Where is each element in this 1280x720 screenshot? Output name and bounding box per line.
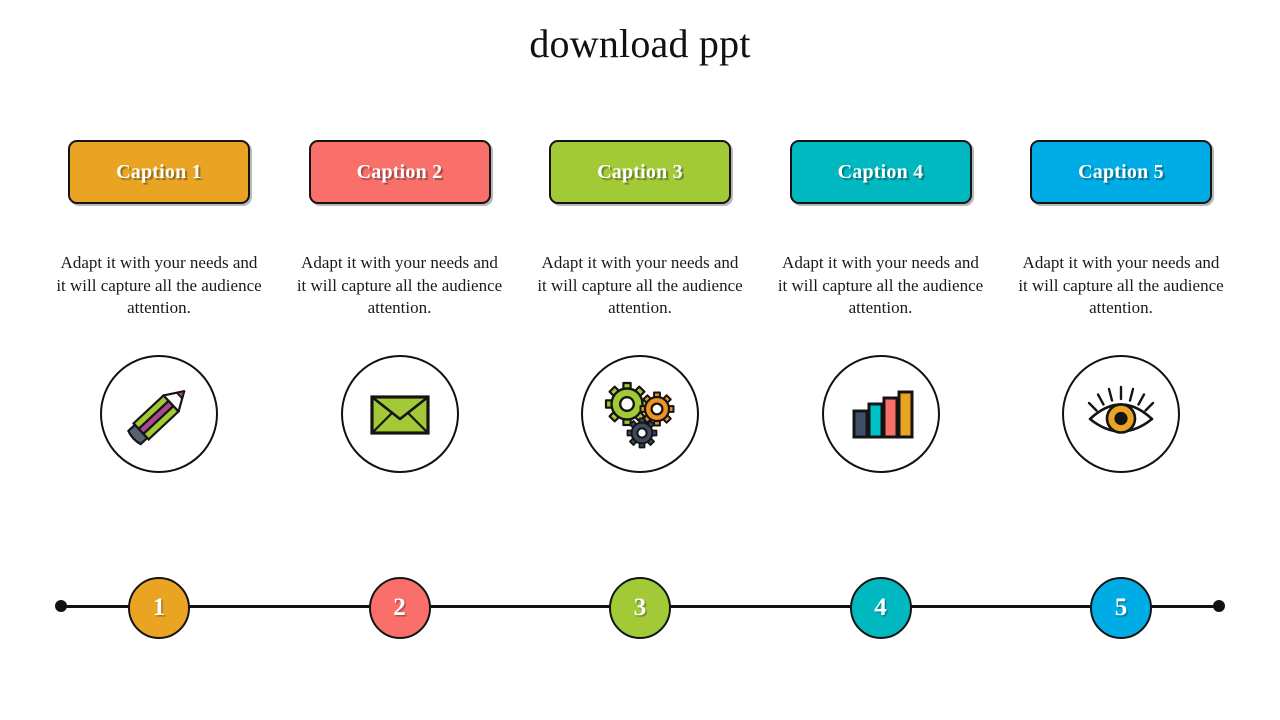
timeline-node-slot-4: 4 (762, 576, 1000, 639)
column-2: Caption 2 Adapt it with your needs and i… (281, 140, 519, 473)
timeline-node-1[interactable]: 1 (128, 576, 190, 639)
pencil-icon (121, 376, 197, 452)
timeline-node-slot-1: 1 (40, 576, 278, 639)
timeline-node-number-2: 2 (393, 593, 406, 621)
timeline-nodes: 1 2 3 4 5 (40, 560, 1240, 655)
column-4: Caption 4 Adapt it with your needs and i… (762, 140, 1000, 473)
icon-circle-5[interactable] (1062, 354, 1180, 473)
timeline-node-5[interactable]: 5 (1090, 576, 1152, 639)
caption-label-4: Caption 4 (837, 160, 924, 183)
caption-box-1[interactable]: Caption 1 (68, 140, 250, 204)
body-text-1: Adapt it with your needs and it will cap… (56, 253, 262, 317)
body-text-3: Adapt it with your needs and it will cap… (537, 253, 743, 317)
body-text-2: Adapt it with your needs and it will cap… (296, 253, 503, 317)
gears-icon (600, 374, 680, 454)
timeline-node-3[interactable]: 3 (609, 576, 671, 639)
column-3: Caption 3 Adapt it with your needs and i… (521, 140, 759, 473)
bar-chart-icon (845, 378, 917, 450)
column-1: Caption 1 Adapt it with your needs and i… (40, 140, 278, 473)
page-title: download ppt (529, 21, 751, 66)
caption-label-2: Caption 2 (356, 160, 443, 183)
timeline-node-2[interactable]: 2 (368, 576, 431, 639)
timeline-node-slot-5: 5 (1002, 576, 1240, 639)
timeline-node-number-1: 1 (152, 593, 166, 621)
timeline-node-number-5: 5 (1114, 593, 1128, 621)
timeline-node-number-4: 4 (874, 593, 887, 621)
timeline-node-slot-2: 2 (281, 576, 519, 639)
timeline: 1 2 3 4 5 (0, 560, 1280, 655)
caption-box-5[interactable]: Caption 5 (1030, 140, 1212, 204)
column-5: Caption 5 Adapt it with your needs and i… (1002, 140, 1240, 473)
caption-box-2[interactable]: Caption 2 (308, 140, 491, 204)
eye-icon (1081, 374, 1161, 454)
envelope-icon (364, 378, 436, 450)
icon-circle-2[interactable] (340, 354, 459, 473)
timeline-node-number-3: 3 (633, 593, 647, 621)
caption-label-1: Caption 1 (116, 160, 202, 183)
columns-container: Caption 1 Adapt it with your needs and i… (40, 140, 1240, 473)
body-text-5: Adapt it with your needs and it will cap… (1018, 253, 1224, 317)
icon-circle-4[interactable] (821, 354, 940, 473)
icon-circle-3[interactable] (581, 354, 699, 473)
caption-box-4[interactable]: Caption 4 (789, 140, 972, 204)
caption-label-5: Caption 5 (1078, 160, 1164, 183)
timeline-node-4[interactable]: 4 (849, 576, 912, 639)
body-text-4: Adapt it with your needs and it will cap… (777, 253, 984, 317)
caption-label-3: Caption 3 (597, 160, 683, 183)
icon-circle-1[interactable] (100, 354, 218, 473)
caption-box-3[interactable]: Caption 3 (549, 140, 731, 204)
timeline-node-slot-3: 3 (521, 576, 759, 639)
